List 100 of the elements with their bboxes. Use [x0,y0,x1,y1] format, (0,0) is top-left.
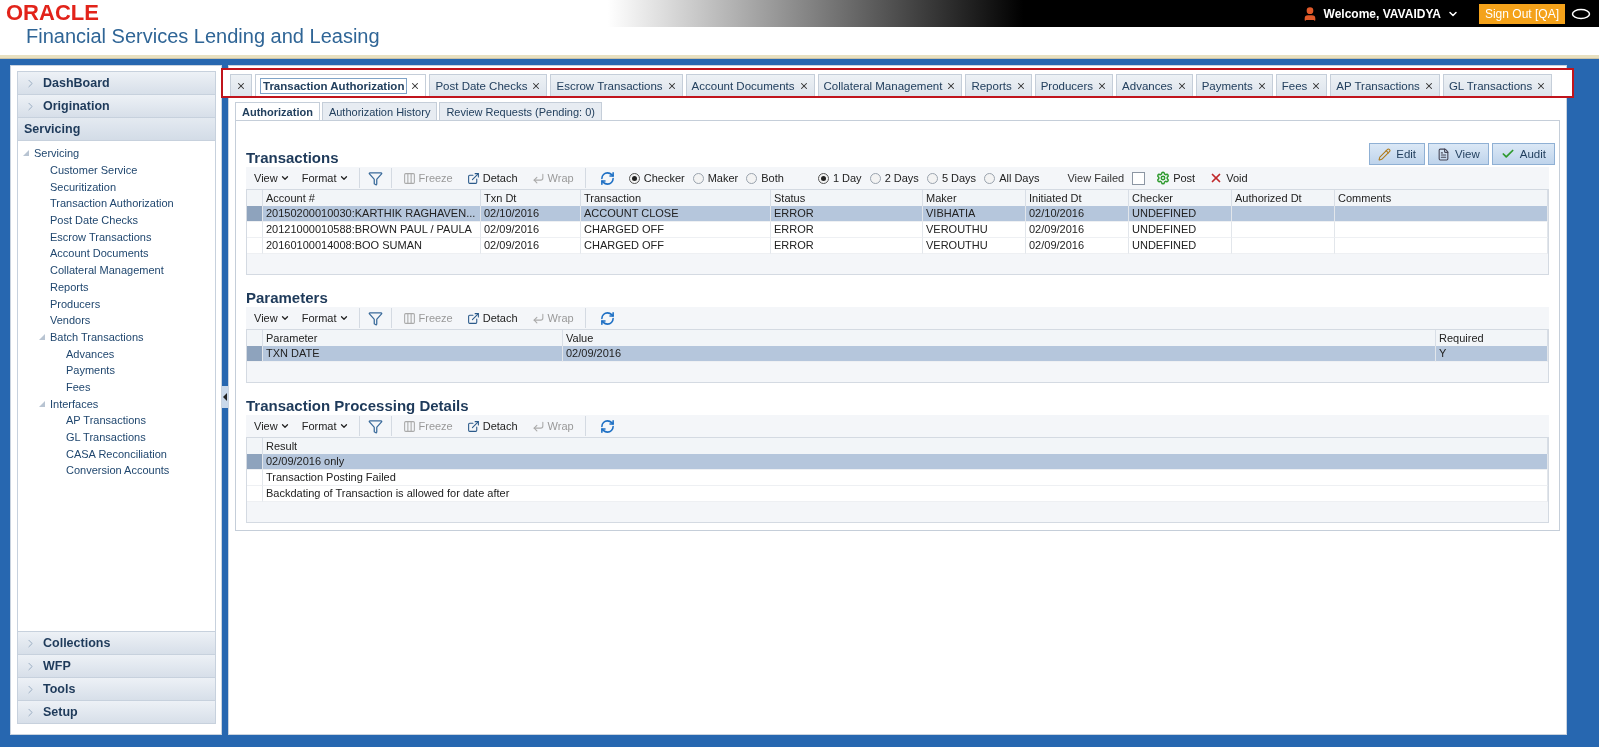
tree-item[interactable]: Transaction Authorization [50,197,174,210]
menu-button[interactable]: View [252,420,292,432]
tab[interactable]: Advances [1116,74,1193,96]
welcome-menu[interactable]: Welcome, VAVAIDYA [1323,6,1441,21]
tree-item[interactable]: Escrow Transactions [50,230,152,243]
filter-icon[interactable] [367,310,383,326]
tree-item[interactable]: Payments [66,364,115,377]
close-icon[interactable] [1097,80,1108,91]
accordion-header[interactable]: DashBoard [17,71,216,95]
detach-button[interactable]: Detach [463,311,521,325]
collapse-handle[interactable] [222,386,228,408]
radio-option[interactable]: Both [746,172,784,184]
tree-item[interactable]: AP Transactions [66,414,146,427]
detach-button[interactable]: Detach [463,419,521,433]
radio-option[interactable]: Maker [692,172,739,184]
detach-button[interactable]: Detach [463,171,521,185]
close-icon[interactable] [1311,80,1322,91]
radio-option[interactable]: 1 Day [817,172,862,184]
tree-item[interactable]: GL Transactions [66,431,146,444]
tab[interactable]: Collateral Management [817,74,963,96]
menu-button[interactable]: Format [299,420,351,432]
close-icon[interactable] [1176,80,1187,91]
tab[interactable]: GL Transactions [1442,74,1553,96]
tree-item[interactable]: Securitization [50,180,117,193]
accordion-header[interactable]: Tools [17,677,216,701]
checkbox[interactable] [1132,171,1146,185]
column-header[interactable]: Transaction [581,190,771,206]
post-button[interactable]: Post [1153,171,1199,185]
view-button[interactable]: View [1428,143,1489,165]
refresh-icon[interactable] [599,418,615,434]
tab[interactable]: Payments [1195,74,1273,96]
close-icon[interactable] [531,80,542,91]
column-header[interactable]: Parameter [263,330,563,346]
tree-item[interactable]: Collateral Management [50,264,164,277]
column-header[interactable]: Account # [263,190,481,206]
refresh-icon[interactable] [599,310,615,326]
edit-button[interactable]: Edit [1369,143,1426,165]
table-cell: 02/09/2016 [481,222,581,238]
tab[interactable]: Reports [965,74,1032,96]
sub-tab[interactable]: Review Requests (Pending: 0) [439,102,602,120]
sub-tab[interactable]: Authorization [235,102,320,120]
column-header[interactable]: Status [771,190,923,206]
column-header[interactable]: Txn Dt [481,190,581,206]
tree-item[interactable]: Customer Service [50,164,138,177]
tab[interactable] [230,74,252,96]
column-header[interactable]: Value [563,330,1436,346]
column-header[interactable]: Comments [1335,190,1548,206]
column-header[interactable]: Required [1436,330,1548,346]
close-icon[interactable] [1256,80,1267,91]
table-cell: VEROUTHU [923,222,1026,238]
accordion-header[interactable]: Origination [17,94,216,118]
column-header[interactable]: Result [263,438,1548,454]
close-icon[interactable] [1536,80,1547,91]
tab[interactable]: Transaction Authorization [255,74,427,96]
accordion-header[interactable]: Servicing [17,117,216,141]
tree-item[interactable]: Conversion Accounts [66,464,170,477]
column-header[interactable]: Maker [923,190,1026,206]
tab[interactable]: Post Date Checks [429,74,548,96]
tree-item[interactable]: Account Documents [50,247,149,260]
tab[interactable]: Account Documents [685,74,815,96]
tab[interactable]: Fees [1275,74,1328,96]
radio-option[interactable]: 2 Days [869,172,919,184]
tree-item[interactable]: Vendors [50,314,91,327]
tab[interactable]: AP Transactions [1330,74,1440,96]
close-icon[interactable] [410,80,421,91]
column-header[interactable]: Checker [1129,190,1232,206]
accordion-header[interactable]: WFP [17,654,216,678]
close-icon[interactable] [666,80,677,91]
filter-icon[interactable] [367,170,383,186]
accordion-header[interactable]: Collections [17,631,216,655]
radio-option[interactable]: Checker [628,172,685,184]
tab[interactable]: Producers [1034,74,1114,96]
tree-item[interactable]: Post Date Checks [50,214,139,227]
radio-option[interactable]: 5 Days [926,172,977,184]
tree-item[interactable]: Servicing [34,147,80,160]
tree-item[interactable]: Interfaces [50,397,99,410]
audit-button[interactable]: Audit [1491,143,1555,165]
tree-item[interactable]: Reports [50,280,89,293]
refresh-icon[interactable] [599,170,615,186]
close-icon[interactable] [946,80,957,91]
tab[interactable]: Escrow Transactions [550,74,683,96]
tree-item[interactable]: Advances [66,347,115,360]
menu-button[interactable]: View [252,172,292,184]
void-button[interactable]: Void [1206,171,1251,185]
filter-icon[interactable] [367,418,383,434]
tree-item[interactable]: Batch Transactions [50,330,144,343]
close-icon[interactable] [1423,80,1434,91]
tree-item[interactable]: Fees [66,380,91,393]
menu-button[interactable]: View [252,312,292,324]
tree-item[interactable]: CASA Reconciliation [66,447,167,460]
close-icon[interactable] [1015,80,1026,91]
accordion-header[interactable]: Setup [17,700,216,724]
tree-item[interactable]: Producers [50,297,101,310]
radio-option[interactable]: All Days [984,172,1040,184]
menu-button[interactable]: Format [299,312,351,324]
close-icon[interactable] [798,80,809,91]
close-icon[interactable] [236,80,246,91]
menu-button[interactable]: Format [299,172,351,184]
column-header[interactable]: Authorized Dt [1232,190,1335,206]
sub-tab[interactable]: Authorization History [321,102,438,120]
